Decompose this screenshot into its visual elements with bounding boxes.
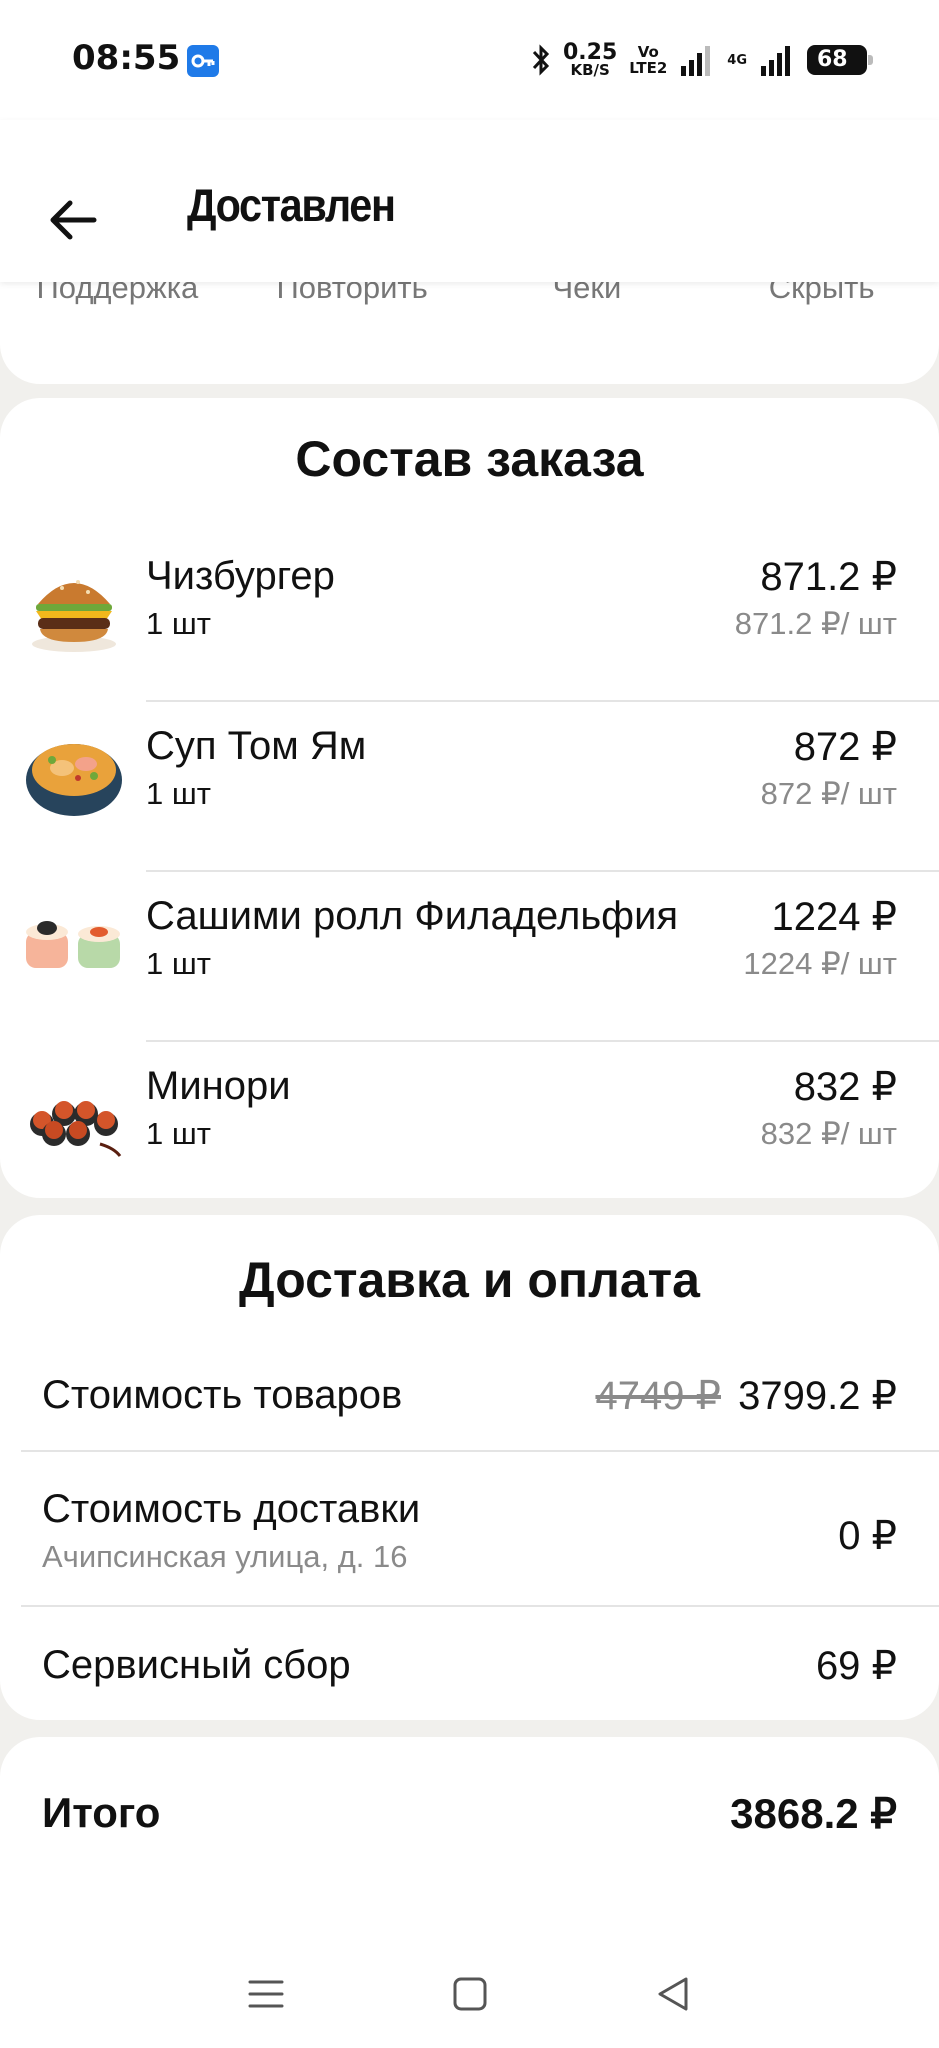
volte-indicator: Vo LTE2: [629, 44, 667, 76]
delivery-payment-card: Доставка и оплата Стоимость товаров 4749…: [0, 1215, 939, 1720]
item-unit-price: 872 ₽/ шт: [760, 776, 897, 811]
item-unit-price: 871.2 ₽/ шт: [734, 606, 897, 641]
screen: 08:55 0.25 KB/S Vo LTE2 4G 68 Доставлен …: [0, 0, 939, 2048]
back-button[interactable]: [44, 190, 104, 250]
arrow-left-icon: [50, 200, 97, 240]
item-quantity: 1 шт: [146, 606, 211, 641]
network-type: 4G: [727, 52, 747, 68]
goods-old-price: 4749 ₽: [595, 1374, 721, 1418]
item-quantity: 1 шт: [146, 776, 211, 811]
delivery-payment-title: Доставка и оплата: [239, 1252, 700, 1308]
page-title: Доставлен: [187, 179, 396, 231]
service-fee-price: 69 ₽: [815, 1644, 897, 1688]
item-name: Чизбургер: [146, 554, 335, 598]
item-price: 871.2 ₽: [760, 555, 897, 599]
service-fee-label: Сервисный сбор: [42, 1643, 351, 1687]
delivery-cost-label: Стоимость доставки: [42, 1487, 421, 1531]
item-name: Суп Том Ям: [146, 724, 367, 768]
cheeseburger-icon: [32, 580, 116, 652]
signal-strength-sim2-icon: [761, 46, 790, 76]
back-triangle-icon[interactable]: [650, 1970, 698, 2018]
bluetooth-icon: [532, 44, 550, 76]
goods-cost-label: Стоимость товаров: [42, 1373, 403, 1417]
order-items-title: Состав заказа: [295, 431, 644, 487]
item-price: 872 ₽: [793, 725, 897, 769]
status-bar: 08:55 0.25 KB/S Vo LTE2 4G 68: [0, 0, 939, 120]
network-speed-unit: KB/S: [570, 60, 610, 79]
delivery-address: Ачипсинская улица, д. 16: [42, 1539, 408, 1574]
order-items-card: Состав заказа Чизбургер 1 шт 871.2 ₽ 871…: [0, 398, 939, 1198]
volte-top: Vo: [637, 43, 659, 61]
goods-price: 3799.2 ₽: [738, 1374, 897, 1418]
vpn-key-icon: [187, 45, 219, 77]
item-quantity: 1 шт: [146, 946, 211, 981]
minori-rolls-icon: [30, 1101, 122, 1157]
item-name: Сашими ролл Филадельфия: [146, 894, 679, 938]
menu-icon[interactable]: [242, 1970, 290, 2018]
app-header: [0, 120, 939, 282]
tom-yum-soup-icon: [26, 744, 122, 816]
network-speed: 0.25 KB/S: [563, 39, 618, 79]
item-unit-price: 832 ₽/ шт: [760, 1116, 897, 1151]
order-item[interactable]: Минори 1 шт 832 ₽ 832 ₽/ шт: [0, 1042, 939, 1212]
status-time: 08:55: [72, 38, 181, 78]
divider: [21, 1450, 939, 1452]
total-label: Итого: [42, 1789, 161, 1836]
item-unit-price: 1224 ₽/ шт: [743, 946, 897, 981]
total-value: 3868.2 ₽: [730, 1790, 897, 1837]
sashimi-roll-icon: [26, 921, 120, 968]
volte-bottom: LTE2: [629, 59, 668, 77]
item-price: 1224 ₽: [771, 895, 897, 939]
item-name: Минори: [146, 1064, 291, 1108]
order-item[interactable]: Суп Том Ям 1 шт 872 ₽ 872 ₽/ шт: [0, 702, 939, 872]
battery-indicator: 68: [807, 45, 873, 75]
delivery-price: 0 ₽: [838, 1514, 897, 1558]
order-item[interactable]: Сашими ролл Филадельфия 1 шт 1224 ₽ 1224…: [0, 872, 939, 1042]
system-nav-bar: [0, 1940, 939, 2048]
item-price: 832 ₽: [793, 1065, 897, 1109]
order-item[interactable]: Чизбургер 1 шт 871.2 ₽ 871.2 ₽/ шт: [0, 532, 939, 702]
signal-strength-icon: [681, 46, 711, 76]
status-icons: 0.25 KB/S Vo LTE2 4G 68: [531, 39, 873, 80]
home-square-icon[interactable]: [446, 1970, 494, 2018]
network-speed-value: 0.25: [563, 39, 618, 65]
item-quantity: 1 шт: [146, 1116, 211, 1151]
divider: [21, 1605, 939, 1607]
